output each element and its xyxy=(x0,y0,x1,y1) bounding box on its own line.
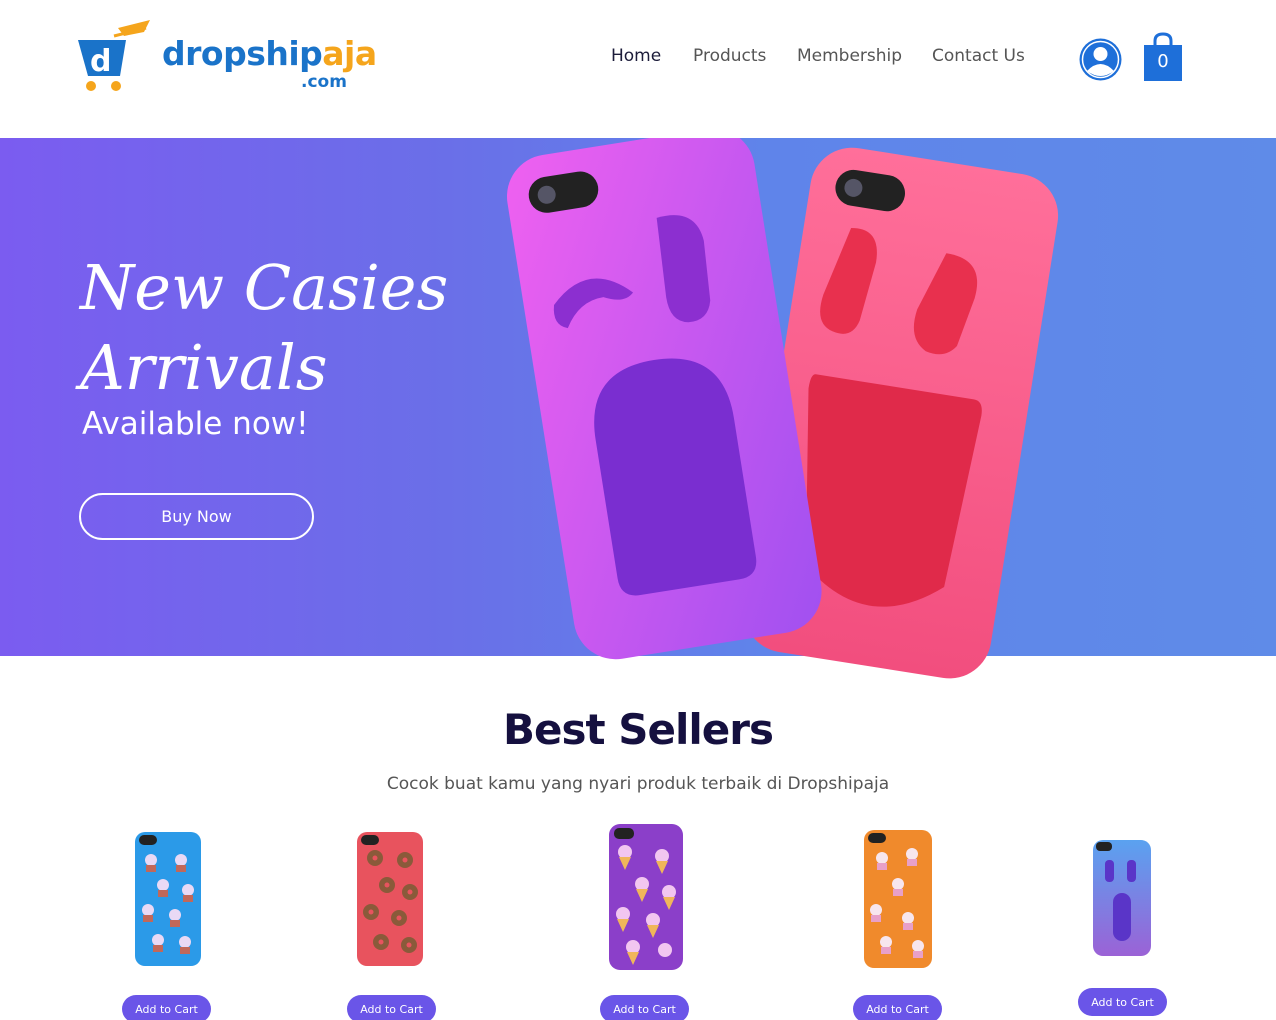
best-sellers-title: Best Sellers xyxy=(503,705,774,754)
hero-title: New Casies Arrivals xyxy=(80,248,500,408)
add-to-cart-button[interactable]: Add to Cart xyxy=(1078,988,1167,1016)
hero-phone-cases-image xyxy=(506,138,1059,679)
nav-contact-us[interactable]: Contact Us xyxy=(932,46,1025,66)
hero-title-line1: New Casies xyxy=(80,251,449,324)
buy-now-button[interactable]: Buy Now xyxy=(79,493,314,540)
product-donut-case-image[interactable] xyxy=(355,830,425,968)
account-button[interactable] xyxy=(1078,37,1123,82)
add-to-cart-button[interactable]: Add to Cart xyxy=(122,995,211,1020)
product-card: Add to Cart xyxy=(818,820,978,1020)
nav-home[interactable]: Home xyxy=(611,46,661,66)
product-card: Add to Cart xyxy=(1043,820,1203,1020)
nav-membership[interactable]: Membership xyxy=(797,46,902,66)
product-ice-cream-case-image[interactable] xyxy=(607,822,685,972)
product-card: Add to Cart xyxy=(310,820,470,1020)
site-header: d dropshipaja .com Home Products Members… xyxy=(0,0,1276,137)
hero-banner: New Casies Arrivals Available now! Buy N… xyxy=(0,138,1276,679)
add-to-cart-button[interactable]: Add to Cart xyxy=(853,995,942,1020)
product-card: Add to Cart xyxy=(565,820,725,1020)
cart-button[interactable]: 0 xyxy=(1142,31,1184,83)
nav-products[interactable]: Products xyxy=(693,46,766,66)
product-cupcake-orange-case-image[interactable] xyxy=(862,828,934,970)
cart-count-badge: 0 xyxy=(1157,51,1169,72)
hero-title-line2: Arrivals xyxy=(80,331,328,404)
product-cupcake-case-image[interactable] xyxy=(133,830,203,968)
add-to-cart-button[interactable]: Add to Cart xyxy=(347,995,436,1020)
product-surprised-face-case-image[interactable] xyxy=(1091,838,1153,958)
hero-subtitle: Available now! xyxy=(82,406,309,442)
user-circle-icon xyxy=(1079,38,1122,81)
add-to-cart-button[interactable]: Add to Cart xyxy=(600,995,689,1020)
product-card: Add to Cart xyxy=(86,820,246,1020)
brand-domain-suffix: .com xyxy=(301,72,347,92)
best-sellers-subtitle: Cocok buat kamu yang nyari produk terbai… xyxy=(386,774,890,794)
